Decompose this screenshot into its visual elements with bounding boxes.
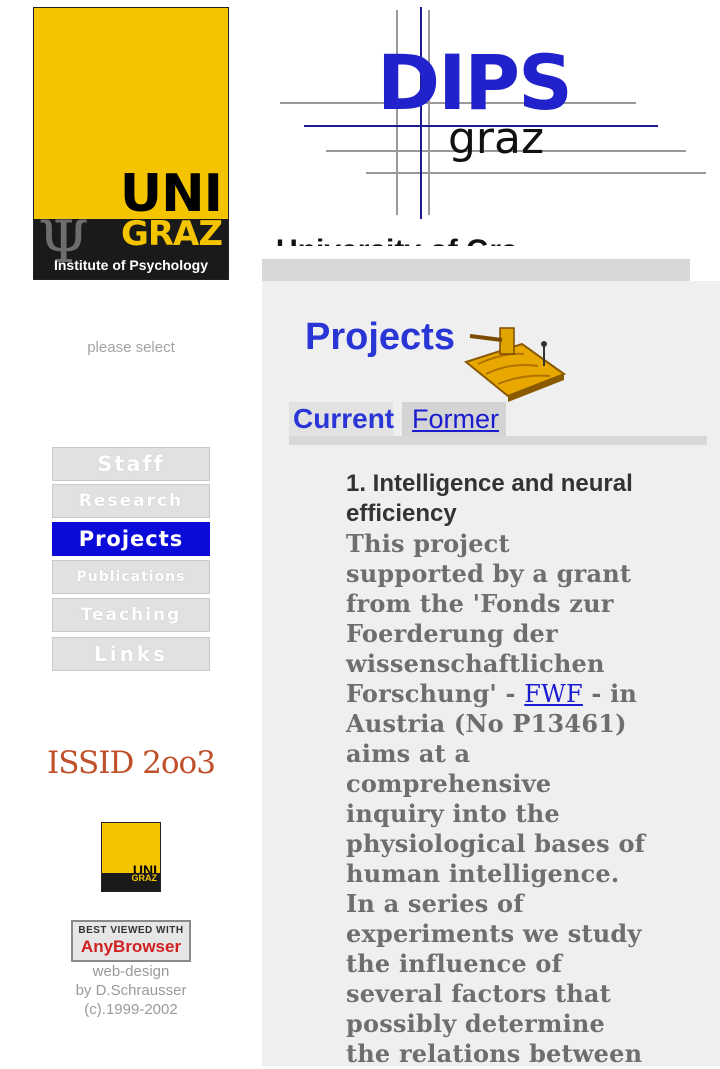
tab-underline	[289, 436, 707, 445]
badge-line-1: BEST VIEWED WITH	[78, 925, 184, 936]
small-logo-band: GRAZ	[102, 873, 160, 891]
tab-former[interactable]: Former	[402, 402, 506, 436]
nav-staff-button[interactable]: Staff	[52, 447, 210, 481]
fwf-link[interactable]: FWF	[524, 680, 583, 708]
uni-graz-logo: UNI Ψ GRAZ Institute of Psychology	[33, 7, 229, 280]
credits-line: web-design	[92, 963, 170, 980]
please-select-label: please select	[87, 339, 175, 356]
issid-2003-logo[interactable]: ISSID 2oo3	[0, 745, 262, 781]
dips-sub: graz	[448, 113, 545, 164]
uni-logo-word: UNI	[119, 164, 223, 224]
dips-word: DIPS	[377, 38, 573, 127]
page-title: Projects	[305, 316, 455, 358]
nav-projects-button[interactable]: Projects	[52, 522, 210, 556]
header-divider-bar	[262, 259, 690, 281]
nav-teaching-button[interactable]: Teaching	[52, 598, 210, 632]
nav-links-button[interactable]: Links	[52, 637, 210, 671]
credits-line: (c).1999-2002	[84, 1001, 178, 1018]
uni-logo-city: GRAZ	[120, 214, 223, 254]
small-logo-city: GRAZ	[131, 873, 158, 883]
any-browser-badge[interactable]: BEST VIEWED WITH AnyBrowser	[71, 920, 191, 962]
uni-graz-small-logo[interactable]: UNI GRAZ	[101, 822, 161, 892]
tab-current[interactable]: Current	[289, 402, 394, 436]
credits: web-design by D.Schrausser (c).1999-2002	[0, 962, 262, 1019]
nav-publications-button[interactable]: Publications	[52, 560, 210, 594]
credits-line: by D.Schrausser	[75, 982, 187, 999]
university-name-fragment: University of Graz	[276, 232, 516, 247]
uni-logo-band: Ψ GRAZ Institute of Psychology	[34, 213, 228, 279]
projects-gavel-icon	[464, 327, 567, 402]
project-description: This project supported by a grant from t…	[346, 529, 646, 1069]
dips-graz-logo: DIPS graz	[276, 5, 708, 223]
badge-line-2: AnyBrowser	[80, 937, 182, 956]
institute-label: Institute of Psychology	[53, 257, 208, 273]
university-name-text: University of Graz	[276, 236, 516, 247]
project-heading: 1. Intelligence and neural efficiency	[346, 470, 633, 527]
project-description-end: - in Austria (No P13461) aims at a compr…	[346, 679, 646, 1068]
nav-research-button[interactable]: Research	[52, 484, 210, 518]
